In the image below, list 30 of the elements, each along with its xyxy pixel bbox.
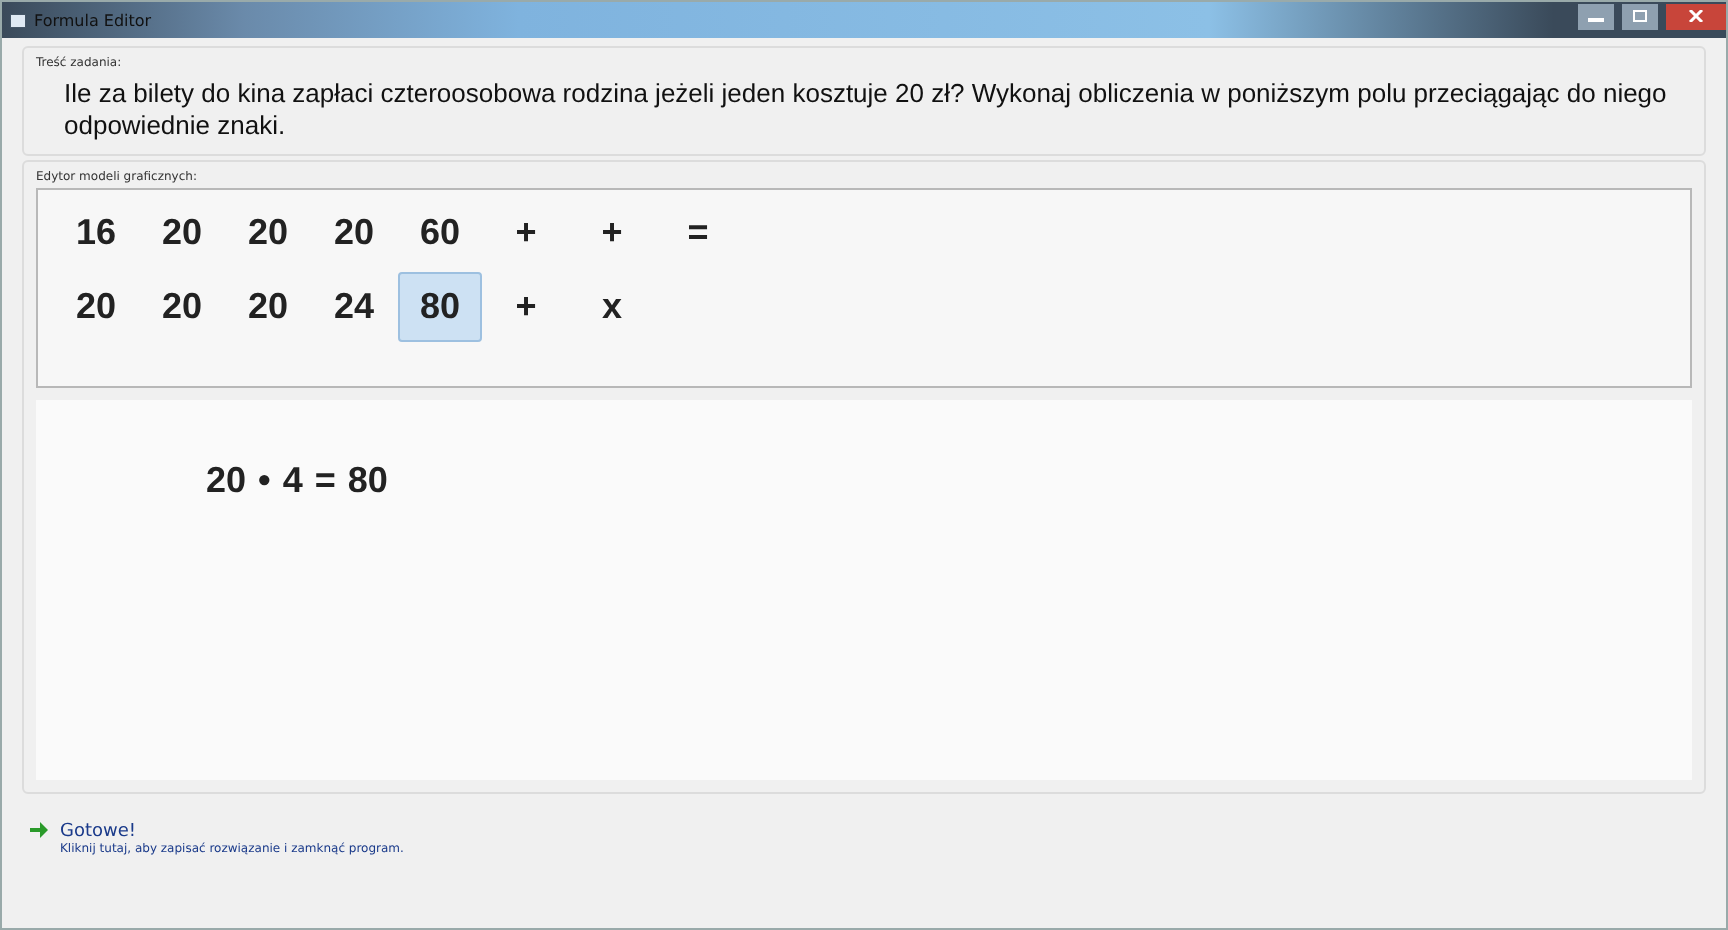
app-icon [10, 13, 26, 27]
equation-token[interactable]: 4 [282, 460, 303, 502]
symbol-tile[interactable]: 20 [140, 198, 224, 268]
task-text: Ile za bilety do kina zapłaci czteroosobowa rodzina jeżeli jeden kosztuje 20 zł? Wykonaj obliczenia w poniższym polu przeciągając do niego odpowiednie znaki. [64, 78, 1669, 142]
symbol-tile[interactable]: + [484, 198, 568, 268]
done-link[interactable]: Gotowe! [60, 822, 404, 842]
symbol-tile[interactable]: 20 [226, 272, 310, 342]
symbol-tile[interactable]: 20 [54, 272, 138, 342]
close-icon [1688, 10, 1704, 22]
symbol-tile[interactable]: x [570, 272, 654, 342]
equation-token[interactable]: • [258, 460, 271, 502]
arrow-icon [30, 822, 48, 838]
maximize-icon [1632, 10, 1648, 22]
symbol-tile[interactable]: + [484, 272, 568, 342]
symbol-tile[interactable]: 20 [140, 272, 224, 342]
minimize-button[interactable] [1578, 3, 1614, 29]
symbol-tile[interactable]: 20 [226, 198, 310, 268]
window-title: Formula Editor [34, 11, 154, 29]
symbol-tile[interactable]: 24 [312, 272, 396, 342]
equation-token[interactable]: 20 [206, 460, 247, 502]
equation-token[interactable]: = [314, 460, 336, 502]
symbol-tile[interactable]: = [656, 198, 740, 268]
symbol-tile[interactable]: 16 [54, 198, 138, 268]
maximize-button[interactable] [1622, 3, 1658, 29]
equation-token[interactable]: 80 [347, 460, 388, 502]
symbol-tile[interactable]: + [570, 198, 654, 268]
symbol-tile[interactable]: 20 [312, 198, 396, 268]
close-button[interactable] [1666, 3, 1726, 29]
symbol-tile[interactable]: 80 [398, 272, 482, 342]
symbol-tile[interactable]: 60 [398, 198, 482, 268]
